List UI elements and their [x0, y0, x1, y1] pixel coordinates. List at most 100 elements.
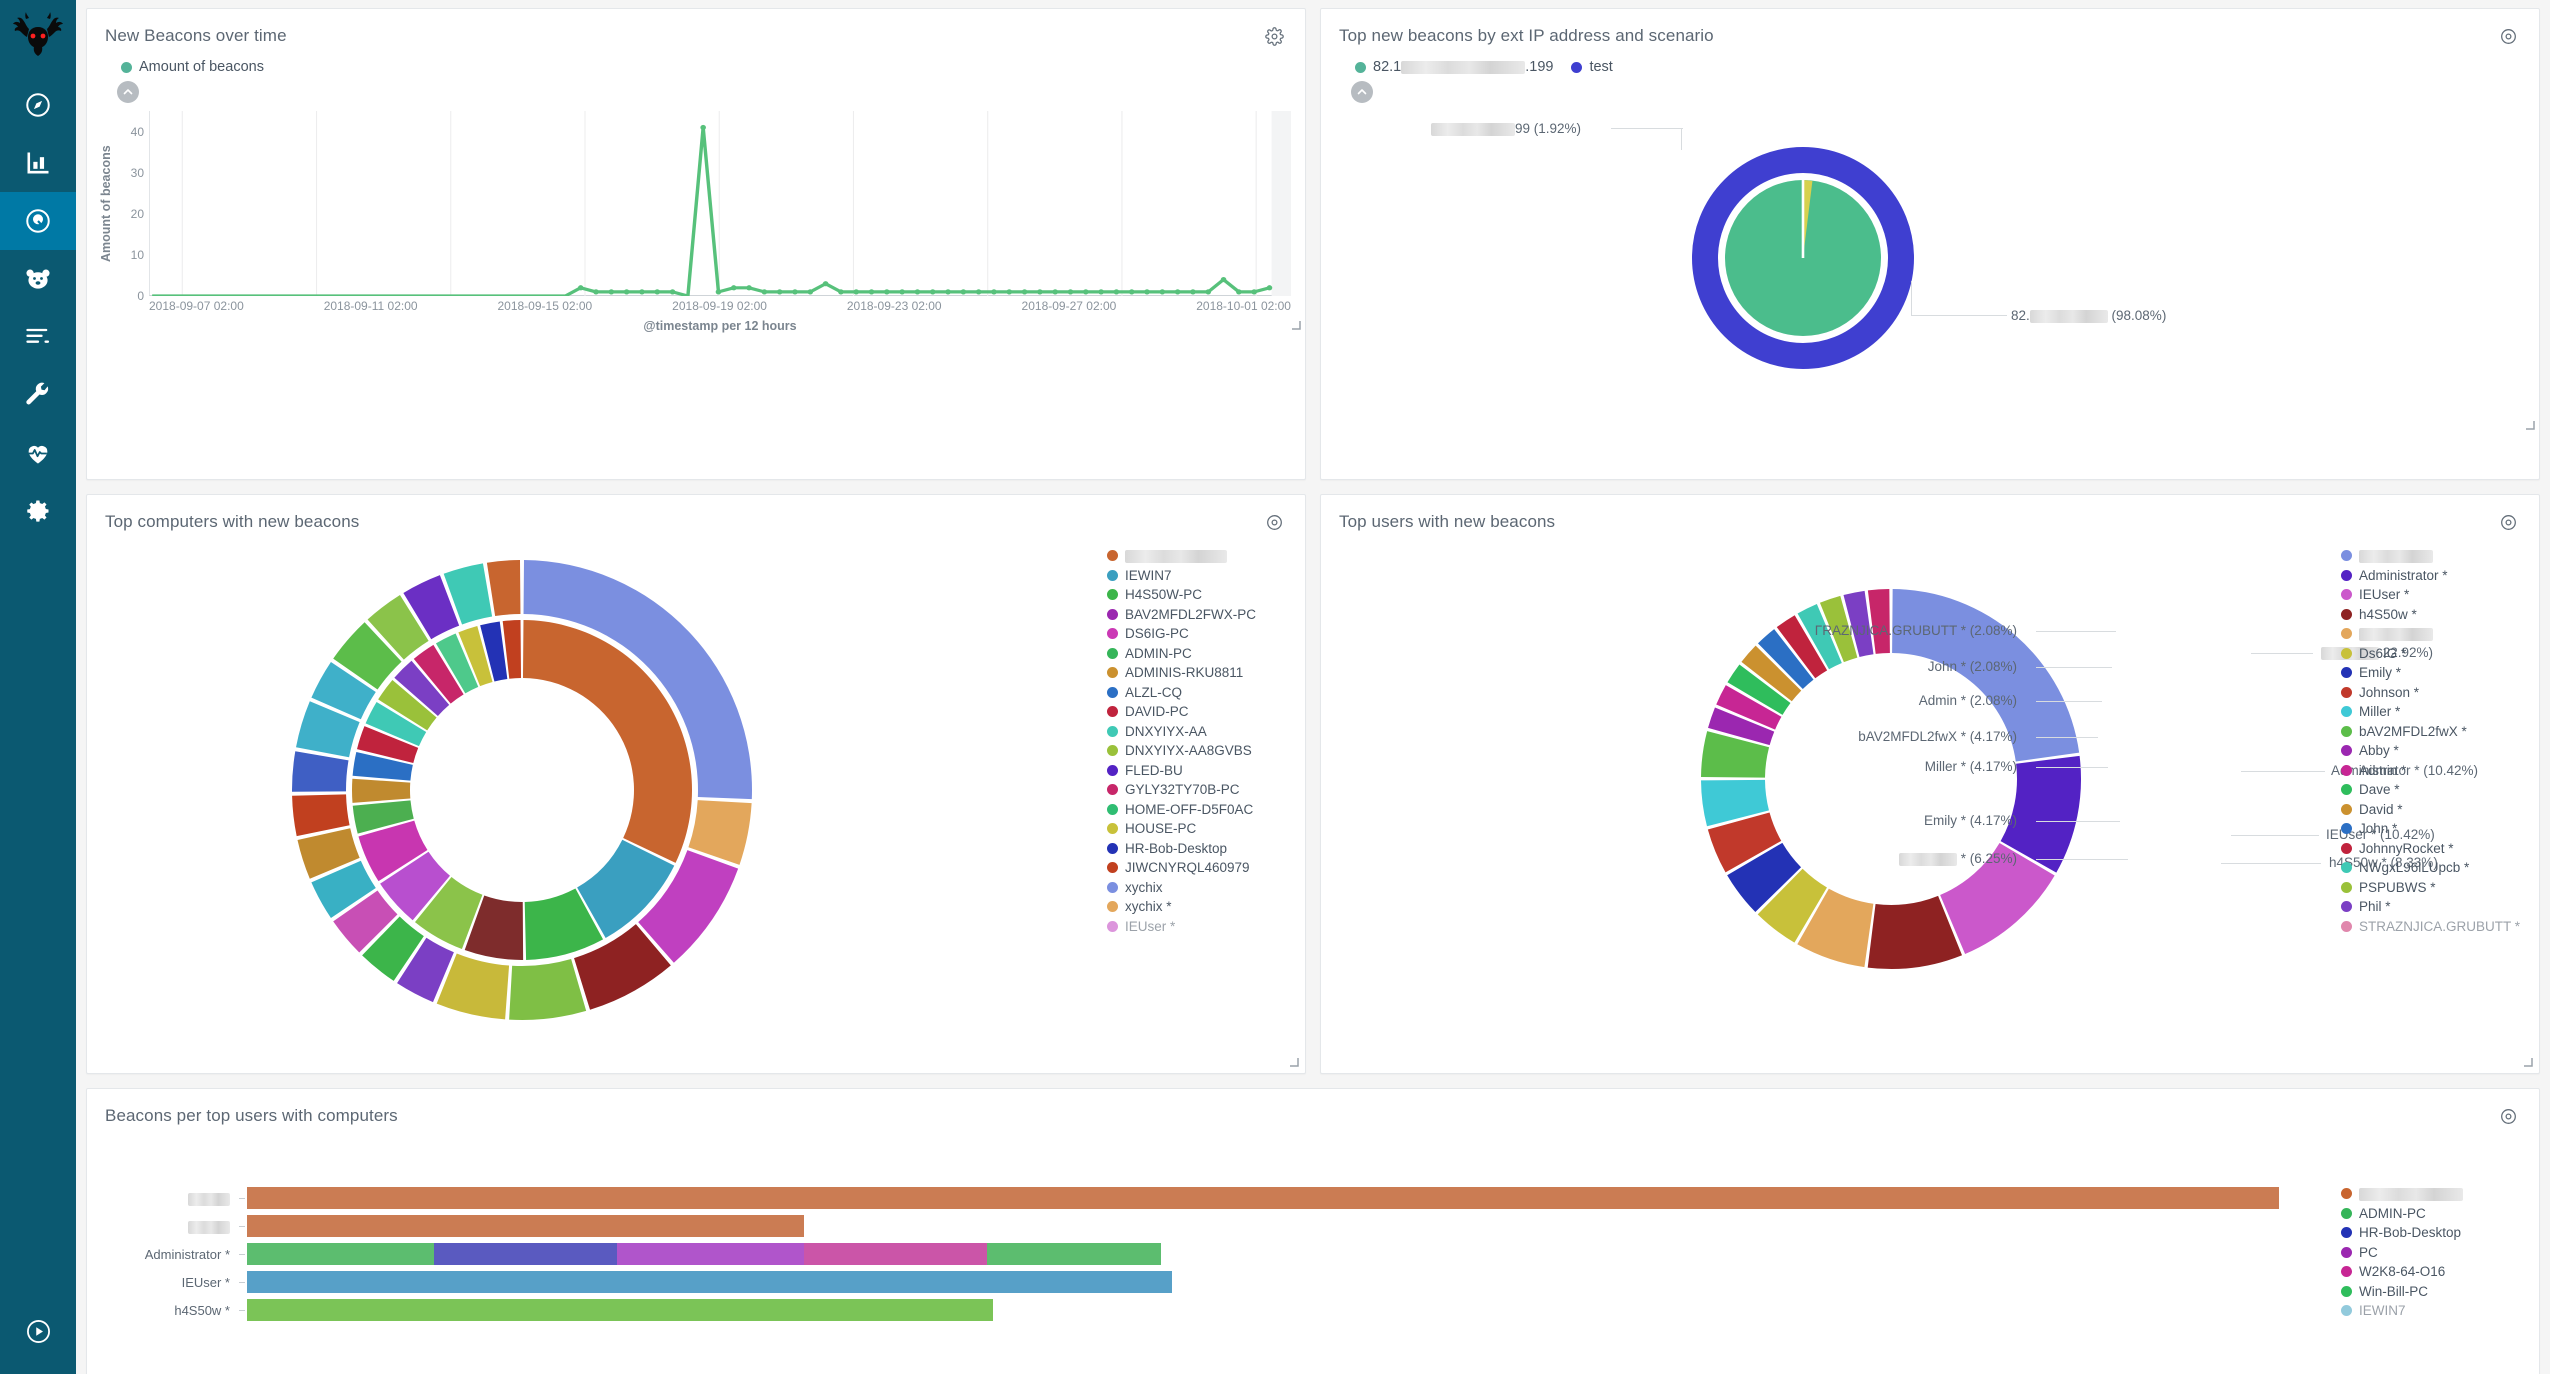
legend-item[interactable]: [2341, 625, 2527, 642]
legend-item[interactable]: ADMINIS-RKU8811: [1107, 664, 1293, 681]
legend-item[interactable]: DNXYIYX-AA8GVBS: [1107, 742, 1293, 759]
pie-slice-inner[interactable]: [352, 778, 411, 803]
bar-category-label: h4S50w *: [174, 1302, 230, 1318]
legend-item[interactable]: IEUser *: [1107, 918, 1293, 935]
legend-item[interactable]: FLED-BU: [1107, 762, 1293, 779]
legend-collapse-button[interactable]: [117, 81, 139, 103]
donut-chart-ext-ip[interactable]: 99 (1.92%) 82. (98.08%): [1321, 103, 2539, 433]
legend-item[interactable]: Emily *: [2341, 664, 2527, 681]
sidebar-item-timelion[interactable]: [0, 308, 76, 366]
legend-color-swatch: [2341, 569, 2352, 581]
legend-item[interactable]: HOME-OFF-D5F0AC: [1107, 801, 1293, 818]
panel-options-gear[interactable]: [2495, 23, 2521, 49]
legend-item-label: h4S50w *: [2359, 606, 2417, 622]
legend-color-swatch: [1107, 901, 1118, 912]
sidebar-item-security[interactable]: [0, 250, 76, 308]
legend-item[interactable]: [2341, 1185, 2527, 1202]
bar-segment[interactable]: [247, 1243, 434, 1265]
legend-item[interactable]: PC: [2341, 1244, 2527, 1261]
legend-collapse-button[interactable]: [1351, 81, 1373, 103]
bar-segment[interactable]: [803, 1243, 987, 1265]
bar-segment[interactable]: [986, 1243, 1162, 1265]
pie-slice-outer[interactable]: [509, 959, 587, 1020]
legend-item[interactable]: DS6IG-PC: [1107, 625, 1293, 642]
donut-graphic[interactable]: [1691, 579, 2091, 979]
legend-color-swatch: [2341, 667, 2352, 678]
legend-item[interactable]: xychix: [1107, 879, 1293, 896]
donut-chart-users[interactable]: [1691, 579, 2091, 982]
panel-options-gear[interactable]: [2495, 1103, 2521, 1129]
bar-segment[interactable]: [247, 1215, 804, 1237]
legend-item[interactable]: Abby *: [2341, 742, 2527, 759]
legend-item[interactable]: IEWIN7: [2341, 1302, 2527, 1319]
legend-item[interactable]: W2K8-64-O16: [2341, 1263, 2527, 1280]
horizontal-bar-chart[interactable]: Administrator * IEUser * h4S50w *: [87, 1135, 2539, 1321]
bar-segment[interactable]: [616, 1243, 804, 1265]
panel-resize-handle[interactable]: [2521, 1055, 2533, 1067]
legend-item[interactable]: IEWIN7: [1107, 567, 1293, 584]
legend-item[interactable]: John *: [2341, 820, 2527, 837]
legend-item[interactable]: PSPUBWS *: [2341, 879, 2527, 896]
legend-item[interactable]: test: [1571, 59, 1613, 75]
legend-item[interactable]: Miller *: [2341, 703, 2527, 720]
legend-item[interactable]: Dave *: [2341, 781, 2527, 798]
bar-segment[interactable]: [247, 1271, 1172, 1293]
legend-item[interactable]: H4S50W-PC: [1107, 586, 1293, 603]
bar-segment[interactable]: [433, 1243, 617, 1265]
legend-item[interactable]: bAV2MFDL2fwX *: [2341, 723, 2527, 740]
legend-item[interactable]: NWgxL96lLUpcb *: [2341, 859, 2527, 876]
legend-item[interactable]: DAVID-PC: [1107, 703, 1293, 720]
legend-item[interactable]: IEUser *: [2341, 586, 2527, 603]
sidebar-item-discover[interactable]: [0, 76, 76, 134]
legend-item[interactable]: Administrator *: [2341, 567, 2527, 584]
panel-resize-handle[interactable]: [2523, 418, 2535, 430]
legend-item[interactable]: Johnson *: [2341, 684, 2527, 701]
panel-resize-handle[interactable]: [1287, 1055, 1299, 1067]
sunburst-graphic[interactable]: [287, 555, 757, 1025]
panel-options-gear[interactable]: [1261, 509, 1287, 535]
panel-options-gear[interactable]: [2495, 509, 2521, 535]
legend-item[interactable]: Ds6IG *: [2341, 645, 2527, 662]
legend-item[interactable]: [2341, 547, 2527, 564]
bar-segment[interactable]: [247, 1187, 2279, 1209]
legend-item[interactable]: STRAZNJICA.GRUBUTT *: [2341, 918, 2527, 935]
legend-item[interactable]: JohnnyRocket *: [2341, 840, 2527, 857]
panel-options-gear[interactable]: [1261, 23, 1287, 49]
legend-item[interactable]: 82.1.199: [1355, 59, 1553, 75]
legend-item[interactable]: GYLY32TY70B-PC: [1107, 781, 1293, 798]
legend-item[interactable]: ADMIN-PC: [2341, 1205, 2527, 1222]
legend-item[interactable]: Phil *: [2341, 898, 2527, 915]
sidebar-item-monitoring[interactable]: [0, 424, 76, 482]
legend-item[interactable]: h4S50w *: [2341, 606, 2527, 623]
legend-item[interactable]: HR-Bob-Desktop: [2341, 1224, 2527, 1241]
legend-item[interactable]: JIWCNYRQL460979: [1107, 859, 1293, 876]
sidebar-item-dev-tools[interactable]: [0, 366, 76, 424]
sunburst-chart-computers[interactable]: [287, 555, 757, 1028]
legend-item[interactable]: DNXYIYX-AA: [1107, 723, 1293, 740]
pie-slice-outer[interactable]: [292, 751, 349, 792]
legend-item[interactable]: [1107, 547, 1293, 564]
sidebar-item-visualize[interactable]: [0, 134, 76, 192]
sidebar-collapse-toggle[interactable]: [0, 1318, 76, 1348]
chart-legend-vertical: Administrator * IEUser * h4S50w * Ds6IG * Em…: [2341, 547, 2527, 935]
legend-item[interactable]: Admin *: [2341, 762, 2527, 779]
legend-item[interactable]: HOUSE-PC: [1107, 820, 1293, 837]
pie-slice-outer[interactable]: [486, 560, 521, 617]
panel-resize-handle[interactable]: [1289, 318, 1301, 330]
legend-item[interactable]: Amount of beacons: [121, 59, 264, 75]
pie-slice-outer[interactable]: [292, 794, 350, 837]
bar-segment[interactable]: [247, 1299, 993, 1321]
legend-item[interactable]: Win-Bill-PC: [2341, 1283, 2527, 1300]
legend-item[interactable]: HR-Bob-Desktop: [1107, 840, 1293, 857]
legend-item[interactable]: David *: [2341, 801, 2527, 818]
donut-graphic[interactable]: [1673, 133, 1933, 383]
legend-item[interactable]: xychix *: [1107, 898, 1293, 915]
deer-logo[interactable]: [0, 0, 76, 76]
line-chart-plot-area[interactable]: [149, 111, 1291, 298]
legend-color-swatch: [1571, 61, 1583, 73]
legend-item[interactable]: BAV2MFDL2FWX-PC: [1107, 606, 1293, 623]
legend-item[interactable]: ALZL-CQ: [1107, 684, 1293, 701]
sidebar-item-dashboard[interactable]: [0, 192, 76, 250]
sidebar-item-management[interactable]: [0, 482, 76, 540]
legend-item[interactable]: ADMIN-PC: [1107, 645, 1293, 662]
